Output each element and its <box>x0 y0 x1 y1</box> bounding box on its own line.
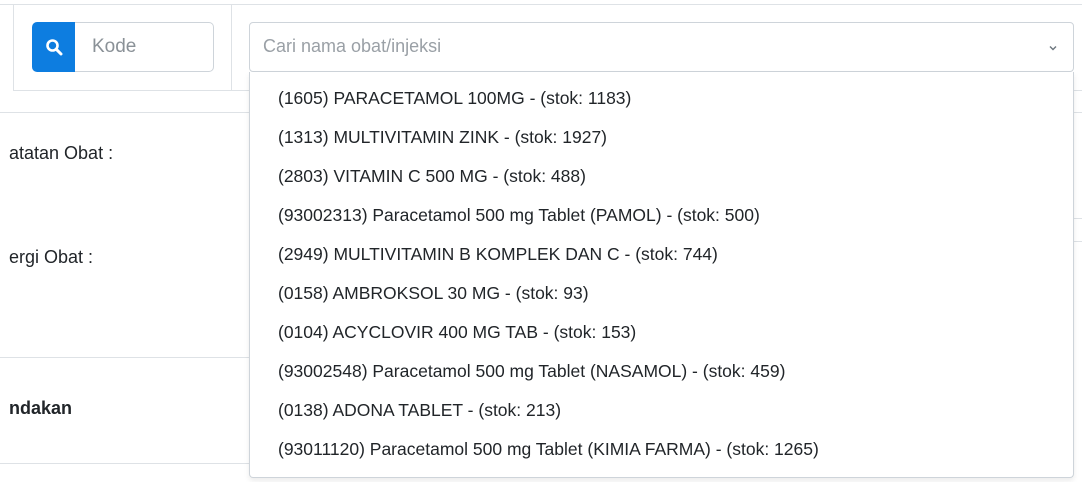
chevron-down-icon <box>1049 46 1057 51</box>
section-divider <box>0 463 249 464</box>
medicine-select-placeholder: Cari nama obat/injeksi <box>263 36 442 56</box>
kode-input[interactable] <box>75 22 214 72</box>
catatan-obat-label: atatan Obat : <box>9 143 114 163</box>
search-button[interactable] <box>32 22 76 72</box>
medicine-options-list: (1605) PARACETAMOL 100MG - (stok: 1183) … <box>250 72 1073 474</box>
medicine-option[interactable]: (1605) PARACETAMOL 100MG - (stok: 1183) <box>250 84 1073 123</box>
table-left-border <box>13 4 14 91</box>
medicine-option[interactable]: (2949) MULTIVITAMIN B KOMPLEK DAN C - (s… <box>250 240 1073 279</box>
right-edge-divider <box>1074 112 1082 113</box>
medicine-option[interactable]: (93011120) Paracetamol 500 mg Tablet (KI… <box>250 435 1073 474</box>
tindakan-label: ndakan <box>9 398 73 418</box>
medicine-dropdown: (1605) PARACETAMOL 100MG - (stok: 1183) … <box>249 72 1074 478</box>
medicine-option[interactable]: (0104) ACYCLOVIR 400 MG TAB - (stok: 153… <box>250 318 1073 357</box>
medicine-option[interactable]: (1313) MULTIVITAMIN ZINK - (stok: 1927) <box>250 123 1073 162</box>
medicine-option[interactable]: (93002313) Paracetamol 500 mg Tablet (PA… <box>250 201 1073 240</box>
section-divider <box>0 112 249 113</box>
table-top-border <box>0 4 1082 5</box>
medicine-option[interactable]: (93002548) Paracetamol 500 mg Tablet (NA… <box>250 357 1073 396</box>
right-edge-divider <box>1074 218 1082 219</box>
right-edge-divider <box>1074 241 1082 242</box>
medicine-option[interactable]: (0138) ADONA TABLET - (stok: 213) <box>250 396 1073 435</box>
medicine-option[interactable]: (2803) VITAMIN C 500 MG - (stok: 488) <box>250 162 1073 201</box>
table-col-divider <box>231 4 232 91</box>
medicine-select[interactable]: Cari nama obat/injeksi <box>249 22 1074 72</box>
section-divider <box>0 357 249 358</box>
medicine-option[interactable]: (0158) AMBROKSOL 30 MG - (stok: 93) <box>250 279 1073 318</box>
search-icon <box>46 39 63 56</box>
alergi-obat-label: ergi Obat : <box>9 247 94 267</box>
